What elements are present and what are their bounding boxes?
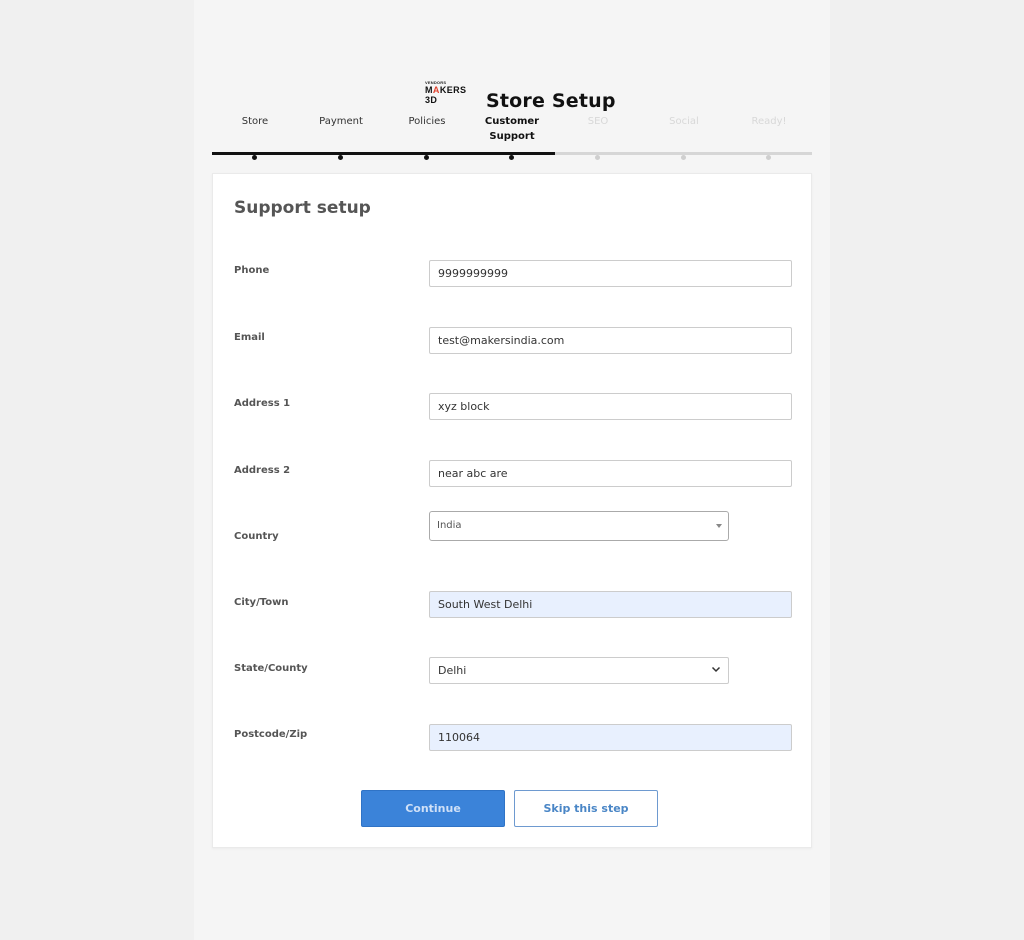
step-dot-seo [595, 155, 600, 160]
setup-page: VENDORS MAKERS 3D Store Setup Store Paym… [194, 0, 830, 940]
step-dot-ready [766, 155, 771, 160]
postcode-label: Postcode/Zip [234, 729, 308, 740]
email-field[interactable]: test@makersindia.com [429, 327, 792, 354]
state-select[interactable]: Delhi [429, 657, 729, 684]
step-dot-payment [338, 155, 343, 160]
step-ready: Ready! [751, 116, 787, 127]
address1-field[interactable]: xyz block [429, 393, 792, 420]
address1-label: Address 1 [234, 398, 291, 409]
state-selected-value: Delhi [438, 664, 467, 677]
address2-field[interactable]: near abc are [429, 460, 792, 487]
step-dot-customer-support [509, 155, 514, 160]
step-seo: SEO [587, 116, 609, 127]
chevron-down-icon [711, 666, 721, 673]
phone-label: Phone [234, 265, 270, 276]
skip-step-button[interactable]: Skip this step [514, 790, 658, 827]
makers-3d-logo: VENDORS MAKERS 3D [425, 80, 481, 105]
step-store: Store [241, 116, 269, 127]
address2-label: Address 2 [234, 465, 291, 476]
setup-progress-steps: Store Payment Policies Customer Support … [212, 104, 812, 164]
logo-wordmark: MAKERS 3D [425, 85, 467, 105]
city-label: City/Town [234, 597, 289, 608]
phone-field[interactable]: 9999999999 [429, 260, 792, 287]
country-label: Country [234, 531, 279, 542]
country-select[interactable]: India [429, 511, 729, 541]
email-label: Email [234, 332, 265, 343]
step-dot-policies [424, 155, 429, 160]
step-social: Social [669, 116, 699, 127]
step-customer-support: Customer Support [484, 116, 540, 142]
city-field[interactable]: South West Delhi [429, 591, 792, 618]
state-label: State/County [234, 663, 308, 674]
postcode-field[interactable]: 110064 [429, 724, 792, 751]
step-payment: Payment [319, 116, 363, 127]
caret-down-icon [716, 524, 722, 528]
section-heading: Support setup [234, 198, 371, 218]
progress-track-completed [212, 152, 555, 155]
continue-button[interactable]: Continue [361, 790, 505, 827]
step-dot-social [681, 155, 686, 160]
country-selected-value: India [437, 520, 462, 531]
step-dot-store [252, 155, 257, 160]
step-policies: Policies [408, 116, 446, 127]
support-setup-card: Support setup Phone 9999999999 Email tes… [212, 173, 812, 848]
